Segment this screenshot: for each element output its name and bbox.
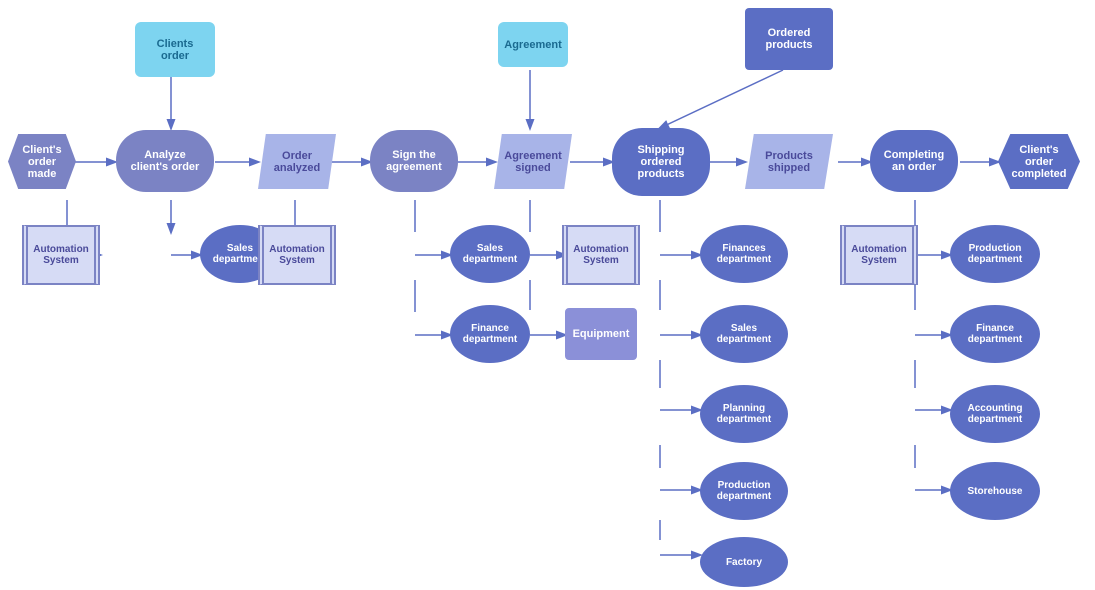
- ordered-products-banner: Ordered products: [745, 8, 833, 70]
- sign-agreement-node: Sign the agreement: [370, 130, 458, 192]
- production-department-2-node: Production department: [950, 225, 1040, 283]
- client-order-completed-node: Client's order completed: [998, 134, 1080, 189]
- finance-department-1-node: Finance department: [450, 305, 530, 363]
- automation-system-4-node: Automation System: [840, 225, 918, 285]
- production-department-1-node: Production department: [700, 462, 788, 520]
- accounting-department-node: Accounting department: [950, 385, 1040, 443]
- factory-node: Factory: [700, 537, 788, 587]
- shipping-ordered-node: Shipping ordered products: [612, 128, 710, 196]
- flow-lines: [0, 0, 1095, 590]
- order-analyzed-node: Order analyzed: [258, 134, 336, 189]
- sales-department-3-node: Sales department: [700, 305, 788, 363]
- storehouse-node: Storehouse: [950, 462, 1040, 520]
- automation-system-2-node: Automation System: [258, 225, 336, 285]
- client-order-made-node: Client's order made: [8, 134, 76, 189]
- finance-department-2-node: Finance department: [950, 305, 1040, 363]
- equipment-node: Equipment: [565, 308, 637, 360]
- agreement-signed-node: Agreement signed: [494, 134, 572, 189]
- planning-department-node: Planning department: [700, 385, 788, 443]
- completing-order-node: Completing an order: [870, 130, 958, 192]
- clients-order-banner: Clients order: [135, 22, 215, 77]
- automation-system-3-node: Automation System: [562, 225, 640, 285]
- automation-system-1-node: Automation System: [22, 225, 100, 285]
- analyze-clients-order-node: Analyze client's order: [116, 130, 214, 192]
- finances-department-node: Finances department: [700, 225, 788, 283]
- products-shipped-node: Products shipped: [745, 134, 833, 189]
- diagram: Clients order Agreement Ordered products…: [0, 0, 1095, 590]
- agreement-banner: Agreement: [498, 22, 568, 67]
- sales-department-2-node: Sales department: [450, 225, 530, 283]
